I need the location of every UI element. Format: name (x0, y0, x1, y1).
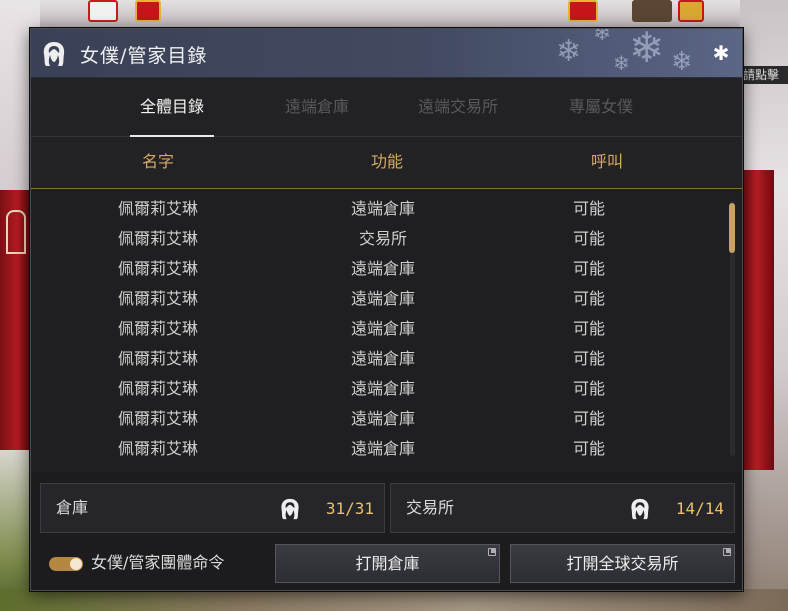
external-window-icon (488, 548, 496, 556)
row-name: 佩爾莉艾琳 (117, 319, 199, 338)
tab-remote-market[interactable]: 遠端交易所 (408, 78, 508, 137)
warehouse-summary: 倉庫 31/31 (40, 483, 385, 533)
table-row[interactable]: 佩爾莉艾琳 遠端倉庫 可能 (31, 344, 731, 374)
column-header-call: 呼叫 (590, 152, 624, 171)
column-header-name: 名字 (141, 152, 175, 171)
row-call: 可能 (572, 379, 606, 398)
tab-exclusive-maid[interactable]: 專屬女僕 (559, 78, 643, 137)
warehouse-summary-label: 倉庫 (56, 498, 89, 517)
external-window-icon (723, 548, 731, 556)
row-function: 遠端倉庫 (350, 289, 416, 308)
row-call: 可能 (572, 319, 606, 338)
open-warehouse-button-label: 打開倉庫 (355, 554, 420, 573)
row-call: 可能 (572, 199, 606, 218)
row-function: 遠端倉庫 (350, 379, 416, 398)
gift-box-decoration (568, 0, 598, 22)
tab-remote-warehouse[interactable]: 遠端倉庫 (275, 78, 359, 137)
maid-silhouette-icon (631, 498, 649, 520)
table-row[interactable]: 佩爾莉艾琳 遠端倉庫 可能 (31, 194, 731, 224)
table-row[interactable]: 佩爾莉艾琳 遠端倉庫 可能 (31, 254, 731, 284)
market-summary-label: 交易所 (406, 498, 455, 517)
group-command-label: 女僕/管家團體命令 (91, 553, 225, 572)
column-header-function: 功能 (370, 152, 404, 171)
table-row[interactable]: 佩爾莉艾琳 遠端倉庫 可能 (31, 434, 731, 464)
group-command-toggle[interactable] (49, 557, 83, 571)
window-titlebar[interactable]: 女僕/管家目錄 ❄ ❄ ❄ ❄ ❄ ✱ (31, 29, 742, 78)
maid-silhouette-icon (43, 42, 65, 66)
market-maid-count: 14/14 (675, 499, 724, 518)
tab-all-list[interactable]: 全體目錄 (130, 78, 214, 137)
gift-box-decoration (135, 0, 161, 22)
row-function: 遠端倉庫 (350, 349, 416, 368)
row-function: 遠端倉庫 (350, 439, 416, 458)
table-row[interactable]: 佩爾莉艾琳 交易所 可能 (31, 224, 731, 254)
row-name: 佩爾莉艾琳 (117, 409, 199, 428)
maid-butler-list-window: 女僕/管家目錄 ❄ ❄ ❄ ❄ ❄ ✱ 全體目錄 遠端倉庫 遠端交易所 專屬女僕… (30, 28, 743, 591)
table-row[interactable]: 佩爾莉艾琳 遠端倉庫 可能 (31, 314, 731, 344)
warehouse-maid-count: 31/31 (325, 499, 374, 518)
row-call: 可能 (572, 349, 606, 368)
snowflake-decoration-icon: ❄ (613, 51, 630, 75)
row-name: 佩爾莉艾琳 (117, 199, 199, 218)
snowflake-decoration-icon: ❄ (671, 47, 693, 77)
table-row[interactable]: 佩爾莉艾琳 遠端倉庫 可能 (31, 374, 731, 404)
row-name: 佩爾莉艾琳 (117, 379, 199, 398)
background-ground (0, 589, 788, 611)
row-name: 佩爾莉艾琳 (117, 259, 199, 278)
row-call: 可能 (572, 229, 606, 248)
table-row[interactable]: 佩爾莉艾琳 遠端倉庫 可能 (31, 284, 731, 314)
row-function: 遠端倉庫 (350, 259, 416, 278)
background-hint-text: 請點擊 (740, 66, 788, 84)
row-name: 佩爾莉艾琳 (117, 289, 199, 308)
gift-box-decoration (678, 0, 704, 22)
barrel-decoration (632, 0, 672, 22)
maid-silhouette-icon (281, 498, 299, 520)
window-title: 女僕/管家目錄 (80, 45, 208, 67)
open-global-market-button-label: 打開全球交易所 (566, 554, 679, 573)
row-function: 遠端倉庫 (350, 409, 416, 428)
close-icon[interactable]: ✱ (710, 42, 732, 64)
open-global-market-button[interactable]: 打開全球交易所 (510, 544, 735, 583)
background-right-banner (740, 170, 774, 470)
row-call: 可能 (572, 259, 606, 278)
row-name: 佩爾莉艾琳 (117, 439, 199, 458)
row-name: 佩爾莉艾琳 (117, 349, 199, 368)
row-call: 可能 (572, 439, 606, 458)
row-function: 遠端倉庫 (350, 199, 416, 218)
snowman-decoration (88, 0, 118, 22)
snowflake-decoration-icon: ❄ (593, 29, 612, 46)
row-function: 遠端倉庫 (350, 319, 416, 338)
snowflake-decoration-icon: ❄ (629, 29, 665, 72)
list-column-header: 名字 功能 呼叫 (31, 137, 742, 189)
list-scrollbar-thumb[interactable] (729, 203, 735, 253)
background-left-banner (0, 190, 32, 450)
snowflake-decoration-icon: ❄ (556, 34, 582, 69)
tab-bar: 全體目錄 遠端倉庫 遠端交易所 專屬女僕 (31, 78, 742, 137)
open-warehouse-button[interactable]: 打開倉庫 (275, 544, 500, 583)
row-name: 佩爾莉艾琳 (117, 229, 199, 248)
table-row[interactable]: 佩爾莉艾琳 遠端倉庫 可能 (31, 404, 731, 434)
row-function: 交易所 (358, 229, 408, 248)
maid-list: 佩爾莉艾琳 遠端倉庫 可能 佩爾莉艾琳 交易所 可能 佩爾莉艾琳 遠端倉庫 可能… (31, 189, 742, 472)
row-call: 可能 (572, 409, 606, 428)
row-call: 可能 (572, 289, 606, 308)
market-summary: 交易所 14/14 (390, 483, 735, 533)
